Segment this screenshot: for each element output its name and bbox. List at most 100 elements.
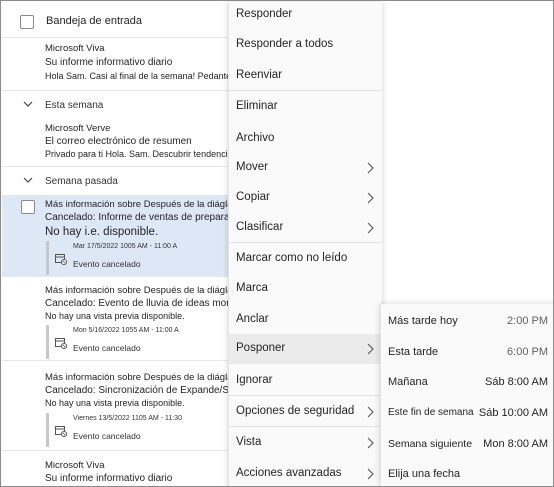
snooze-option-label: Semana siguiente [388,438,473,450]
menu-item-reply-all[interactable]: Responder a todos [229,30,382,60]
menu-item-label: Responder a todos [236,38,334,50]
group-header-this-week[interactable]: Esta semana [2,91,242,119]
item-subject: El correo electrónico de resumen [45,136,192,147]
list-item[interactable]: Más información sobre Después de la diág… [2,361,242,451]
snooze-this-weekend[interactable]: Este fin de semana Sáb 10:00 AM [381,398,553,428]
group-label: Semana pasada [45,176,118,187]
menu-separator [229,426,382,427]
list-item-selected[interactable]: Más información sobre Después de la diág… [2,195,242,277]
menu-item-label: Clasificar [236,221,284,233]
menu-item-label: Opciones de seguridad [236,405,355,417]
event-status: Evento cancelado [73,431,141,441]
menu-item-label: Mover [236,161,268,173]
group-header-last-week[interactable]: Semana pasada [2,167,242,195]
menu-item-label: Posponer [236,342,286,354]
chevron-right-icon [367,343,374,355]
item-sender: Más información sobre Después de la diág… [45,285,233,296]
snooze-choose-date[interactable]: Elija una fecha [381,459,553,486]
menu-item-label: Acciones avanzadas [236,467,342,479]
item-subject: Su informe informativo diario [45,473,173,484]
snooze-submenu: Más tarde hoy 2:00 PM Esta tarde 6:00 PM… [380,304,553,486]
menu-item-advanced-actions[interactable]: Acciones avanzadas [229,459,382,486]
calendar-cancel-icon [55,254,67,265]
snooze-option-time: 6:00 PM [507,346,548,358]
menu-item-label: Marca [236,282,268,294]
chevron-right-icon [367,162,374,174]
item-preview: Privado para ti Hola. Sam. Descubrir ten… [45,149,242,159]
menu-item-copy[interactable]: Copiar [229,183,382,213]
menu-item-label: Eliminar [236,100,278,112]
message-list: Bandeja de entrada Microsoft Viva Su inf… [2,2,242,486]
outlook-window: Bandeja de entrada Microsoft Viva Su inf… [0,0,554,487]
chevron-right-icon [367,192,374,204]
menu-item-reply[interactable]: Responder [229,2,382,32]
menu-item-snooze[interactable]: Posponer [229,334,382,364]
event-status: Evento cancelado [73,259,141,269]
context-menu: Responder Responder a todos Reenviar Eli… [228,2,382,486]
item-subject: Cancelado: Sincronización de Expande/Sam [45,385,242,396]
menu-item-categorize[interactable]: Clasificar [229,213,382,243]
list-item[interactable]: Microsoft Viva Su informe informativo di… [2,38,242,91]
snooze-option-time: Sáb 10:00 AM [478,407,548,419]
list-item[interactable]: Más información sobre Después de la diág… [2,277,242,361]
snooze-later-today[interactable]: Más tarde hoy 2:00 PM [381,306,553,336]
menu-item-label: Archivo [236,132,275,144]
list-header: Bandeja de entrada [2,2,242,38]
menu-item-label: Responder [236,8,293,20]
menu-separator [229,395,382,396]
menu-item-ignore[interactable]: Ignorar [229,366,382,396]
menu-item-label: Anclar [236,313,269,325]
chevron-right-icon [367,222,374,234]
event-card[interactable]: Mon 5/16/2022 1055 AM - 11:00 A Evento c… [46,325,236,359]
chevron-down-icon [23,177,33,183]
menu-item-security-options[interactable]: Opciones de seguridad [229,397,382,427]
list-item[interactable]: Microsoft Viva Su informe informativo di… [2,451,242,486]
menu-separator [229,242,382,243]
menu-item-pin[interactable]: Anclar [229,305,382,335]
snooze-tomorrow[interactable]: Mañana Sáb 8:00 AM [381,367,553,397]
menu-separator [229,90,382,91]
select-all-checkbox[interactable] [20,15,34,29]
chevron-right-icon [367,406,374,418]
list-item[interactable]: Microsoft Verve El correo electrónico de… [2,119,242,167]
menu-item-forward[interactable]: Reenviar [229,61,382,91]
item-preview: No hay una vista previa disponible. [45,398,185,408]
menu-item-label: Vista [236,436,262,448]
event-time: Mon 5/16/2022 1055 AM - 11:00 A [73,327,179,334]
menu-item-delete[interactable]: Eliminar [229,92,382,122]
menu-item-archive[interactable]: Archivo [229,124,382,154]
snooze-next-week[interactable]: Semana siguiente Mon 8:00 AM [381,429,553,459]
menu-item-view[interactable]: Vista [229,428,382,458]
snooze-option-label: Elija una fecha [388,468,461,480]
snooze-this-evening[interactable]: Esta tarde 6:00 PM [381,337,553,367]
event-status: Evento cancelado [73,343,141,353]
chevron-right-icon [367,468,374,480]
item-subject: Su informe informativo diario [45,57,173,68]
item-sender: Más información sobre Después de la diág… [45,199,233,210]
item-preview: No hay i.e. disponible. [45,226,159,238]
item-checkbox[interactable] [21,200,35,214]
menu-item-label: Ignorar [236,374,273,386]
menu-item-label: Reenviar [236,69,283,81]
snooze-option-label: Mañana [388,376,428,388]
snooze-option-label: Este fin de semana [388,407,474,418]
menu-item-label: Marcar como no leído [236,252,348,264]
menu-item-mark-unread[interactable]: Marcar como no leído [229,244,382,274]
event-card[interactable]: Viernes 13/5/2022 1105 AM - 11:30 Evento… [46,413,236,447]
event-time: Viernes 13/5/2022 1105 AM - 11:30 [73,415,182,422]
item-subject: Cancelado: Informe de ventas de preparac… [45,212,242,223]
event-card[interactable]: Mar 17/5/2022 1005 AM - 11:00 A Evento c… [46,241,236,275]
menu-item-flag[interactable]: Marca [229,274,382,304]
item-preview: No hay una vista previa disponible. [45,311,185,321]
folder-title: Bandeja de entrada [46,15,143,27]
menu-item-label: Copiar [236,191,270,203]
calendar-cancel-icon [55,338,67,349]
item-subject: Cancelado: Evento de lluvia de ideas mor… [45,298,238,309]
item-sender: Microsoft Viva [45,460,105,471]
snooze-option-time: 2:00 PM [507,315,548,327]
snooze-option-label: Más tarde hoy [388,315,458,327]
calendar-cancel-icon [55,426,67,437]
menu-item-move[interactable]: Mover [229,153,382,183]
item-sender: Microsoft Viva [45,43,105,54]
event-time: Mar 17/5/2022 1005 AM - 11:00 A [73,243,178,250]
